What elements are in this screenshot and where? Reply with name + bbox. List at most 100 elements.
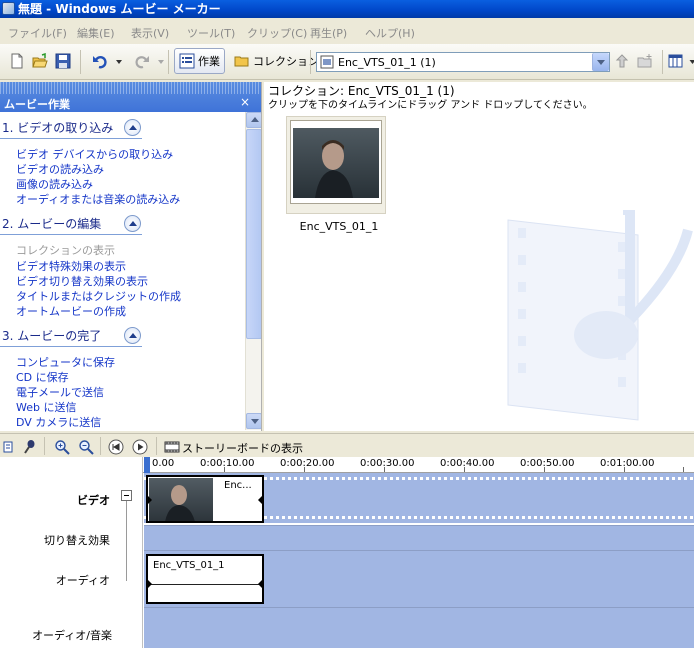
- task-link-save-to-computer[interactable]: コンピュータに保存: [16, 354, 115, 370]
- window-title-bar[interactable]: 無題 - Windows ムービー メーカー: [0, 0, 694, 18]
- toolbar-separator: [100, 437, 101, 455]
- clip-trim-handle-icon[interactable]: [148, 496, 152, 504]
- menu-clip[interactable]: クリップ(C): [247, 25, 307, 41]
- redo-dropdown-icon[interactable]: [153, 53, 164, 69]
- open-project-icon[interactable]: [32, 53, 48, 69]
- view-options-icon[interactable]: [668, 53, 684, 69]
- folder-icon: [234, 56, 249, 67]
- tasks-label: 作業: [198, 55, 220, 68]
- task-link-send-web[interactable]: Web に送信: [16, 399, 76, 415]
- collapse-section-icon[interactable]: [124, 327, 141, 344]
- ruler-tick: [304, 467, 305, 472]
- playhead-indicator[interactable]: [144, 457, 150, 473]
- toolbar-separator: [44, 437, 45, 455]
- menu-edit[interactable]: 編集(E): [77, 25, 115, 41]
- ruler-tick-label: 0:00:30.00: [360, 458, 415, 469]
- collapse-section-icon[interactable]: [124, 119, 141, 136]
- ruler-tick-label: 0:00:40.00: [440, 458, 495, 469]
- audio-waveform-line: [148, 584, 262, 585]
- ruler-tick: [464, 467, 465, 472]
- ruler-tick-label: 0:00:10.00: [200, 458, 255, 469]
- redo-icon[interactable]: [134, 53, 150, 69]
- rewind-timeline-icon[interactable]: [108, 439, 124, 455]
- task-link-import-pictures[interactable]: 画像の読み込み: [16, 176, 93, 192]
- collection-icon: [320, 55, 334, 69]
- task-link-automovie[interactable]: オートムービーの作成: [16, 303, 126, 319]
- storyboard-icon[interactable]: [164, 439, 180, 455]
- track-labels-column: ビデオ 切り替え効果 オーディオ オーディオ/音楽: [0, 457, 143, 648]
- audio-music-track[interactable]: [144, 607, 694, 648]
- show-storyboard-label[interactable]: ストーリーボードの表示: [182, 440, 303, 456]
- toolbar-separator: [662, 50, 663, 74]
- collapse-section-icon[interactable]: [124, 215, 141, 232]
- timeline-ruler[interactable]: 0.00 0:00:10.00 0:00:20.00 0:00:30.00 0:…: [143, 457, 694, 473]
- section-divider: [0, 234, 142, 235]
- collection-clip-thumbnail[interactable]: [286, 116, 386, 214]
- play-timeline-icon[interactable]: [132, 439, 148, 455]
- menu-help[interactable]: ヘルプ(H): [365, 25, 415, 41]
- task-link-import-video[interactable]: ビデオの読み込み: [16, 161, 104, 177]
- menu-view[interactable]: 表示(V): [131, 25, 169, 41]
- toolbar-separator: [310, 50, 311, 74]
- new-collection-folder-icon[interactable]: [637, 53, 653, 69]
- section-divider: [0, 346, 142, 347]
- video-clip-label: Enc...: [224, 480, 252, 491]
- collection-up-icon[interactable]: [614, 53, 630, 69]
- close-icon[interactable]: ×: [240, 95, 250, 109]
- timeline-toolbar: ストーリーボードの表示: [0, 433, 694, 457]
- zoom-in-icon[interactable]: [54, 439, 70, 455]
- section-finish-title[interactable]: 3. ムービーの完了: [2, 327, 101, 344]
- new-project-icon[interactable]: [9, 53, 25, 69]
- save-project-icon[interactable]: [55, 53, 71, 69]
- set-audio-levels-icon[interactable]: [0, 439, 13, 455]
- ruler-tick: [384, 467, 385, 472]
- view-dropdown-icon[interactable]: [685, 53, 694, 69]
- scroll-down-icon[interactable]: [246, 413, 261, 429]
- audio-music-track-label: オーディオ/音楽: [32, 629, 112, 642]
- undo-icon[interactable]: [92, 53, 108, 69]
- section-capture-title[interactable]: 1. ビデオの取り込み: [2, 119, 113, 136]
- menu-play[interactable]: 再生(P): [310, 25, 347, 41]
- clip-trim-handle-icon[interactable]: [148, 580, 152, 588]
- scroll-up-icon[interactable]: [246, 112, 261, 128]
- tasks-toggle-button[interactable]: 作業: [174, 48, 225, 74]
- task-link-video-effects[interactable]: ビデオ特殊効果の表示: [16, 258, 126, 274]
- section-divider: [0, 138, 142, 139]
- toolbar-separator: [168, 50, 169, 74]
- task-link-video-transitions[interactable]: ビデオ切り替え効果の表示: [16, 273, 148, 289]
- task-link-send-dv-camera[interactable]: DV カメラに送信: [16, 414, 101, 430]
- ruler-tick: [624, 467, 625, 472]
- tasks-icon: [179, 53, 195, 69]
- zoom-out-icon[interactable]: [78, 439, 94, 455]
- menu-bar: ファイル(F) 編集(E) 表示(V) ツール(T) クリップ(C) 再生(P)…: [0, 22, 694, 42]
- collection-combobox-value: Enc_VTS_01_1 (1): [338, 55, 436, 69]
- transition-track[interactable]: [144, 525, 694, 551]
- undo-dropdown-icon[interactable]: [111, 53, 122, 69]
- timeline-audio-clip[interactable]: Enc_VTS_01_1: [146, 554, 264, 604]
- section-edit-title[interactable]: 2. ムービーの編集: [2, 215, 101, 232]
- timeline-video-clip[interactable]: Enc...: [146, 475, 264, 523]
- combobox-dropdown-icon[interactable]: [592, 53, 609, 71]
- task-link-capture-from-device[interactable]: ビデオ デバイスからの取り込み: [16, 146, 173, 162]
- collection-combobox[interactable]: Enc_VTS_01_1 (1): [316, 52, 610, 72]
- clip-name-label: Enc_VTS_01_1: [299, 220, 379, 233]
- collection-hint: クリップを下のタイムラインにドラッグ アンド ドロップしてください。: [268, 100, 593, 111]
- ruler-tick-label: 0:00:50.00: [520, 458, 575, 469]
- clip-trim-handle-icon[interactable]: [258, 496, 262, 504]
- task-link-save-to-cd[interactable]: CD に保存: [16, 369, 69, 385]
- tasks-pane-scrollbar[interactable]: [245, 112, 261, 430]
- ruler-tick-label: 0:01:00.00: [600, 458, 655, 469]
- menu-file[interactable]: ファイル(F): [8, 25, 67, 41]
- menu-tools[interactable]: ツール(T): [187, 25, 235, 41]
- task-link-send-email[interactable]: 電子メールで送信: [16, 384, 104, 400]
- scrollbar-thumb[interactable]: [246, 129, 261, 339]
- narrate-microphone-icon[interactable]: [22, 439, 38, 455]
- collapse-video-track-icon[interactable]: [121, 490, 132, 501]
- ruler-tick: [544, 467, 545, 472]
- audio-clip-label: Enc_VTS_01_1: [153, 560, 225, 571]
- movie-tasks-pane: ムービー作業 × 1. ビデオの取り込み ビデオ デバイスからの取り込み ビデオ…: [0, 82, 262, 431]
- window-title: 無題 - Windows ムービー メーカー: [18, 2, 221, 16]
- task-link-titles-credits[interactable]: タイトルまたはクレジットの作成: [16, 288, 181, 304]
- clip-trim-handle-icon[interactable]: [258, 580, 262, 588]
- task-link-import-audio[interactable]: オーディオまたは音楽の読み込み: [16, 191, 180, 207]
